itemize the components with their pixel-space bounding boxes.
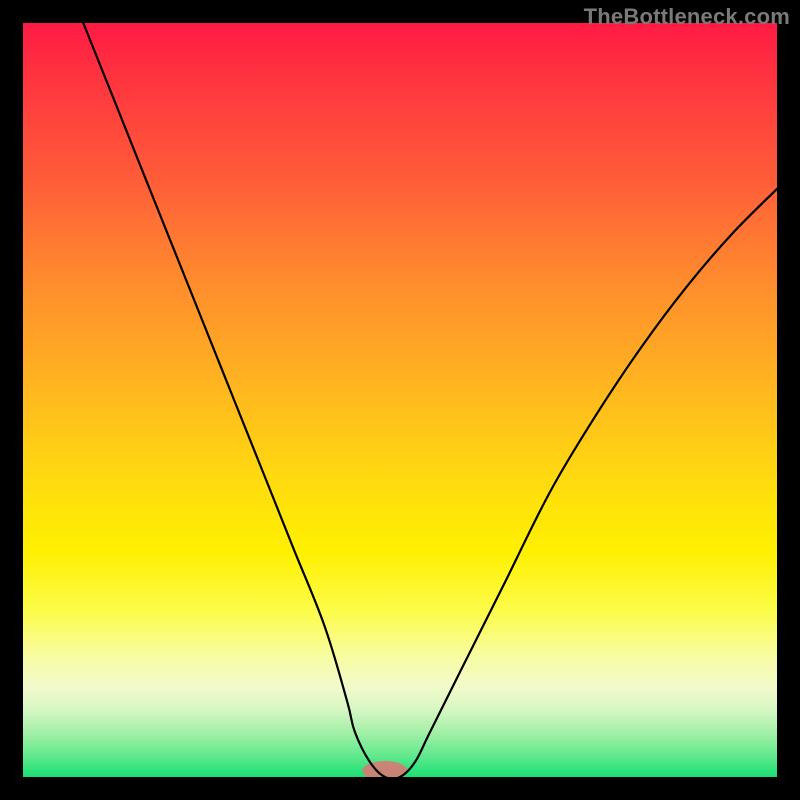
chart-frame: TheBottleneck.com xyxy=(0,0,800,800)
min-basin-marker xyxy=(362,761,407,777)
plot-area xyxy=(23,23,777,777)
bottleneck-curve xyxy=(83,23,777,777)
chart-svg xyxy=(23,23,777,777)
watermark-text: TheBottleneck.com xyxy=(584,4,790,30)
